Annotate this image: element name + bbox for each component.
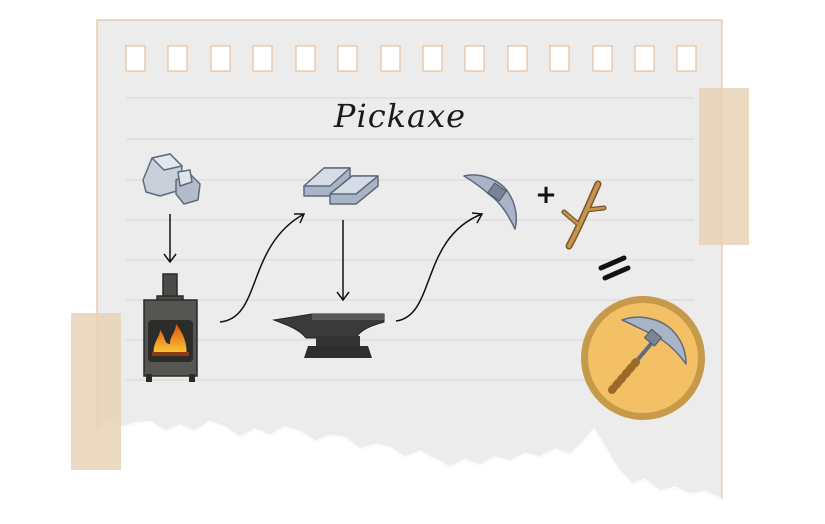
plus-sign: + xyxy=(535,180,557,210)
tape-left xyxy=(71,313,121,470)
diagram-title: Pickaxe xyxy=(333,97,467,135)
pickaxe-icon xyxy=(581,296,705,420)
tape-right xyxy=(699,88,749,245)
recipe-diagram: + xyxy=(71,19,749,502)
